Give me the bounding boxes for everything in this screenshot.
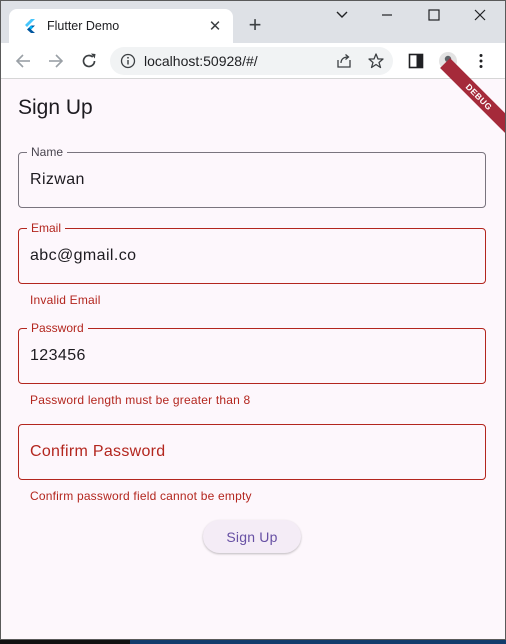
tab-title: Flutter Demo <box>47 19 120 33</box>
password-field-value[interactable]: 123456 <box>30 347 86 365</box>
tab-flutter-demo[interactable]: Flutter Demo ✕ <box>9 9 233 43</box>
sign-up-button[interactable]: Sign Up <box>203 520 301 553</box>
confirm-password-field[interactable]: Confirm Password <box>18 424 486 480</box>
url-text[interactable]: localhost:50928/#/ <box>144 53 335 69</box>
browser-window: Flutter Demo ✕ + localhost:50928/#/ DEBU… <box>0 0 506 640</box>
side-panel-icon[interactable] <box>406 51 426 71</box>
confirm-password-placeholder[interactable]: Confirm Password <box>30 443 166 461</box>
taskbar-dark-segment <box>0 640 130 644</box>
page-title: Sign Up <box>18 96 93 119</box>
email-field-value[interactable]: abc@gmail.co <box>30 247 136 265</box>
confirm-password-error-text: Confirm password field cannot be empty <box>30 489 252 503</box>
password-field[interactable]: Password 123456 <box>18 321 486 384</box>
window-close-icon[interactable] <box>465 5 495 25</box>
name-field-label: Name <box>27 145 68 159</box>
bookmark-star-icon[interactable] <box>367 52 385 70</box>
email-field[interactable]: Email abc@gmail.co <box>18 221 486 284</box>
tab-close-icon[interactable]: ✕ <box>201 17 229 35</box>
reload-icon[interactable] <box>79 51 99 71</box>
browser-toolbar: localhost:50928/#/ <box>1 43 505 79</box>
new-tab-button[interactable]: + <box>243 14 267 38</box>
name-field-value[interactable]: Rizwan <box>30 171 85 189</box>
name-field[interactable]: Name Rizwan <box>18 145 486 208</box>
site-info-icon[interactable] <box>120 53 136 69</box>
password-error-text: Password length must be greater than 8 <box>30 393 251 407</box>
chevron-down-icon[interactable] <box>327 5 357 25</box>
address-bar[interactable]: localhost:50928/#/ <box>110 47 393 75</box>
maximize-icon[interactable] <box>419 5 449 25</box>
password-field-label: Password <box>27 321 88 335</box>
forward-arrow-icon[interactable] <box>46 51 66 71</box>
flutter-icon <box>25 19 35 33</box>
more-menu-icon[interactable] <box>471 51 491 71</box>
email-field-label: Email <box>27 221 66 235</box>
email-error-text: Invalid Email <box>30 293 101 307</box>
minimize-icon[interactable] <box>372 5 402 25</box>
back-arrow-icon[interactable] <box>13 51 33 71</box>
tab-strip: Flutter Demo ✕ + <box>1 1 505 43</box>
desktop-taskbar-edge <box>0 640 506 644</box>
flutter-app: DEBUG Sign Up Name Rizwan Email abc@gmai… <box>1 58 505 639</box>
share-icon[interactable] <box>335 52 353 70</box>
